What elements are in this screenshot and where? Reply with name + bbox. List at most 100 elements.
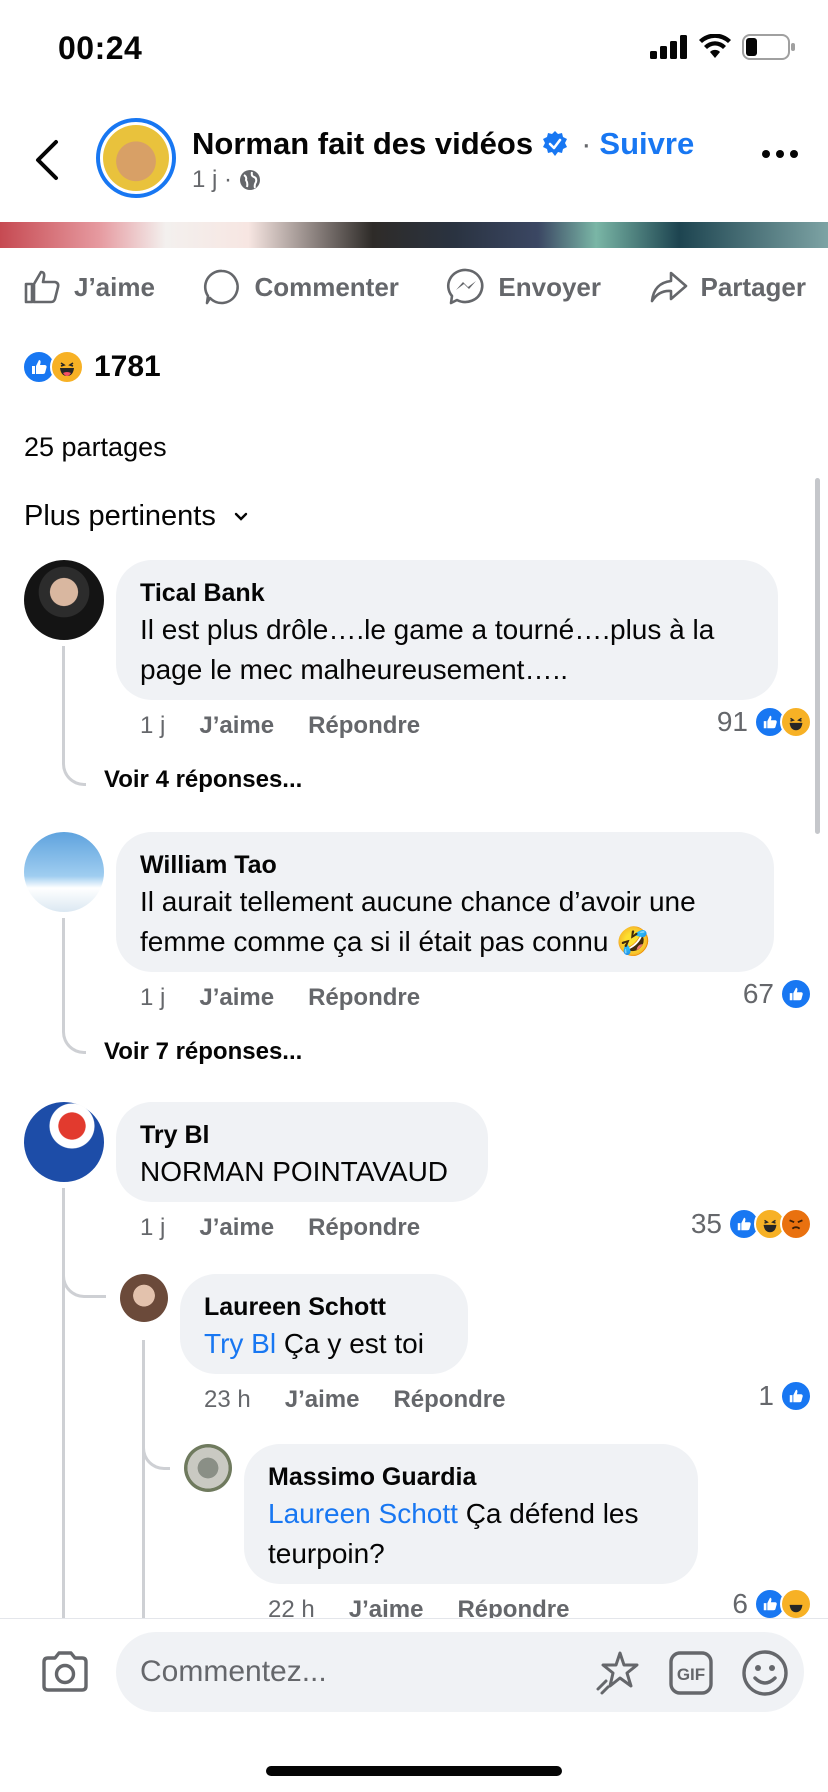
reply-reactions[interactable]: 1 bbox=[758, 1380, 812, 1412]
comment-like-button[interactable]: J’aime bbox=[199, 1214, 274, 1242]
globe-icon bbox=[240, 170, 261, 190]
commenter-avatar[interactable] bbox=[24, 1102, 104, 1182]
commenter-avatar[interactable] bbox=[24, 832, 104, 912]
reply-reaction-count: 6 bbox=[732, 1590, 748, 1618]
mention-link[interactable]: Laureen Schott bbox=[268, 1498, 458, 1529]
reply-time: 22 h bbox=[268, 1596, 315, 1618]
haha-reaction-icon bbox=[780, 706, 812, 738]
page-avatar[interactable] bbox=[96, 118, 176, 198]
reply-text: Laureen Schott Ça défend les bbox=[268, 1494, 674, 1534]
comment-sort-dropdown[interactable]: Plus pertinents bbox=[24, 500, 248, 533]
like-reaction-icon bbox=[780, 978, 812, 1010]
comment-reactions[interactable]: 67 bbox=[743, 978, 812, 1010]
status-time: 00:24 bbox=[58, 30, 143, 66]
sort-label: Plus pertinents bbox=[24, 500, 216, 532]
comment-bubble[interactable]: William Tao Il aurait tellement aucune c… bbox=[116, 832, 774, 972]
share-count[interactable]: 25 partages bbox=[24, 432, 167, 463]
like-action-label: J’aime bbox=[74, 271, 155, 302]
follow-separator: · bbox=[581, 126, 592, 161]
reply-meta: 23 h J’aime Répondre bbox=[204, 1386, 505, 1414]
thread-line bbox=[142, 1420, 170, 1470]
comment-reply-button[interactable]: Répondre bbox=[308, 1214, 420, 1242]
more-options-icon[interactable] bbox=[762, 150, 798, 158]
haha-reaction-icon bbox=[50, 350, 84, 384]
comment-meta: 1 j J’aime Répondre bbox=[140, 1214, 420, 1242]
thread-line bbox=[62, 646, 86, 786]
haha-reaction-icon bbox=[780, 1590, 812, 1618]
comment-time: 1 j bbox=[140, 984, 166, 1011]
battery-icon bbox=[742, 34, 795, 60]
replier-avatar[interactable] bbox=[184, 1444, 232, 1492]
comment-like-button[interactable]: J’aime bbox=[199, 712, 274, 740]
post-action-bar: J’aime Commenter Envoyer Partager bbox=[0, 262, 828, 312]
comment-meta: 1 j J’aime Répondre bbox=[140, 712, 420, 740]
share-icon bbox=[650, 271, 687, 303]
comment-like-button[interactable]: J’aime bbox=[199, 984, 274, 1012]
post-reactions[interactable]: 1781 bbox=[22, 350, 161, 384]
reply-text-line: teurpoin? bbox=[268, 1538, 385, 1569]
comment-action-button[interactable]: Commenter bbox=[202, 267, 399, 307]
reply-meta: 22 h J’aime Répondre bbox=[268, 1596, 569, 1618]
comment-text-line: Il aurait tellement aucune chance d’avoi… bbox=[140, 886, 696, 917]
comment-reply-button[interactable]: Répondre bbox=[308, 712, 420, 740]
comment-author[interactable]: William Tao bbox=[140, 848, 750, 882]
mention-link[interactable]: Try Bl bbox=[204, 1328, 276, 1359]
comment-reaction-count: 67 bbox=[742, 978, 774, 1009]
reply-author[interactable]: Laureen Schott bbox=[204, 1290, 444, 1324]
comment-text-line: femme comme ça si il était pas connu 🤣 bbox=[140, 926, 652, 957]
post-time: 1 j · bbox=[192, 166, 233, 193]
share-action-label: Partager bbox=[700, 271, 807, 302]
commenter-avatar[interactable] bbox=[24, 560, 104, 640]
wifi-icon bbox=[699, 34, 731, 58]
comment-reaction-count: 35 bbox=[690, 1208, 722, 1239]
post-meta: 1 j · bbox=[192, 166, 262, 194]
reply-bubble[interactable]: Laureen Schott Try Bl Ça y est toi bbox=[180, 1274, 468, 1374]
send-action-label: Envoyer bbox=[498, 271, 602, 302]
comment-meta: 1 j J’aime Répondre bbox=[140, 984, 420, 1012]
gif-icon[interactable]: GIF bbox=[668, 1650, 714, 1696]
reply-like-button[interactable]: J’aime bbox=[349, 1596, 424, 1618]
reply-reply-button[interactable]: Répondre bbox=[393, 1386, 505, 1414]
verified-badge-icon bbox=[543, 131, 568, 156]
angry-reaction-icon bbox=[780, 1208, 812, 1240]
comment-reply-button[interactable]: Répondre bbox=[308, 984, 420, 1012]
comment-author[interactable]: Try Bl bbox=[140, 1118, 464, 1152]
share-action-button[interactable]: Partager bbox=[649, 267, 807, 307]
follow-button[interactable]: Suivre bbox=[599, 126, 694, 162]
reply-reply-button[interactable]: Répondre bbox=[457, 1596, 569, 1618]
comment-bubble[interactable]: Tical Bank Il est plus drôle….le game a … bbox=[116, 560, 778, 700]
see-replies-link[interactable]: Voir 7 réponses... bbox=[104, 1038, 302, 1066]
replier-avatar[interactable] bbox=[120, 1274, 168, 1322]
see-replies-link[interactable]: Voir 4 réponses... bbox=[104, 766, 302, 794]
comment-icon bbox=[204, 269, 240, 305]
chevron-down-icon bbox=[234, 512, 248, 521]
comment-reactions[interactable]: 91 bbox=[717, 706, 812, 738]
status-icons bbox=[650, 34, 796, 60]
comment-author[interactable]: Tical Bank bbox=[140, 576, 754, 610]
reply-text: Try Bl Ça y est toi bbox=[204, 1324, 444, 1364]
reply-text-body: Ça défend les bbox=[457, 1498, 639, 1529]
comment-action-label: Commenter bbox=[254, 271, 399, 302]
reply-reaction-count: 1 bbox=[758, 1380, 774, 1411]
thread-line bbox=[142, 1340, 145, 1618]
home-indicator[interactable] bbox=[266, 1766, 562, 1776]
reply-author[interactable]: Massimo Guardia bbox=[268, 1460, 674, 1494]
reaction-count: 1781 bbox=[94, 350, 161, 383]
like-action-button[interactable]: J’aime bbox=[22, 267, 155, 307]
sticker-icon[interactable] bbox=[594, 1649, 642, 1697]
back-arrow-icon[interactable] bbox=[28, 138, 68, 182]
comment-time: 1 j bbox=[140, 1214, 166, 1241]
reply-reactions[interactable]: 6 bbox=[732, 1590, 812, 1618]
messenger-icon bbox=[447, 268, 484, 305]
reply-like-button[interactable]: J’aime bbox=[285, 1386, 360, 1414]
send-action-button[interactable]: Envoyer bbox=[446, 267, 601, 307]
comment-text-line: page le mec malheureusement….. bbox=[140, 654, 568, 685]
comment-reactions[interactable]: 35 bbox=[691, 1208, 812, 1240]
scrollbar[interactable] bbox=[815, 478, 820, 834]
emoji-icon[interactable] bbox=[740, 1648, 790, 1698]
post-image-strip[interactable] bbox=[0, 222, 828, 248]
camera-icon[interactable] bbox=[40, 1650, 90, 1694]
comment-bubble[interactable]: Try Bl NORMAN POINTAVAUD bbox=[116, 1102, 488, 1202]
page-name[interactable]: Norman fait des vidéos bbox=[192, 126, 533, 162]
reply-bubble[interactable]: Massimo Guardia Laureen Schott Ça défend… bbox=[244, 1444, 698, 1584]
